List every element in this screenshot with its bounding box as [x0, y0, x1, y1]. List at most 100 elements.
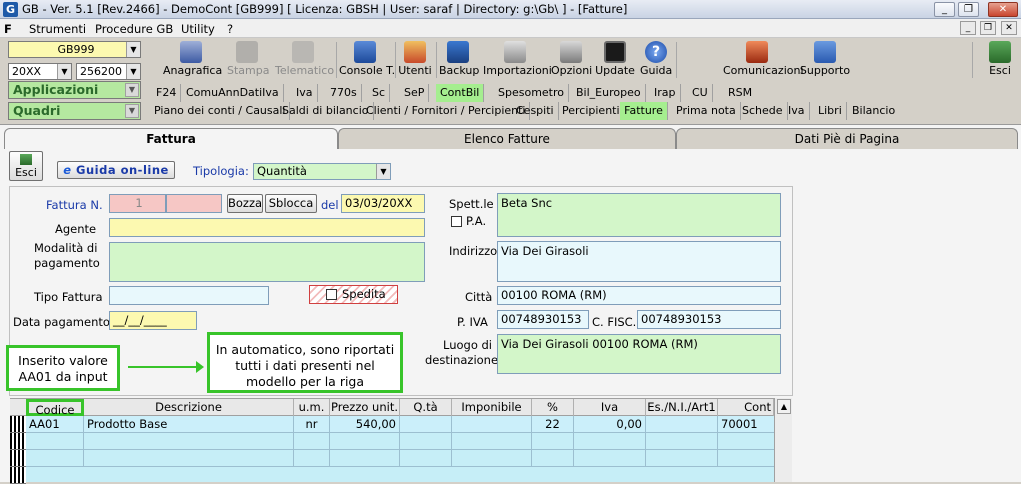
console-button[interactable]: Console T. [338, 40, 395, 80]
cell-descrizione[interactable]: Prodotto Base [84, 416, 294, 433]
tab-rsm[interactable]: RSM [724, 84, 756, 102]
grid-scrollbar[interactable]: ▲ [774, 398, 792, 482]
col-um[interactable]: u.m. [294, 399, 330, 416]
row-header[interactable] [10, 450, 26, 467]
tab-comuanndatiiva[interactable]: ComuAnnDatiIva [182, 84, 284, 102]
cell[interactable] [294, 450, 330, 467]
cell[interactable] [574, 433, 646, 450]
importazioni-button[interactable]: Importazioni [482, 40, 552, 80]
tab-f24[interactable]: F24 [152, 84, 182, 102]
col-imponibile[interactable]: Imponibile [452, 399, 532, 416]
tab-cu[interactable]: CU [688, 84, 713, 102]
tab-iva[interactable]: Iva [292, 84, 318, 102]
bozza-button[interactable]: Bozza [227, 194, 263, 213]
table-row[interactable] [26, 450, 774, 467]
luogo-field[interactable]: Via Dei Girasoli 00100 ROMA (RM) [497, 334, 781, 374]
menu-procedure-gb[interactable]: Procedure GB [95, 22, 173, 36]
opzioni-button[interactable]: Opzioni [550, 40, 592, 80]
tab-sep[interactable]: SeP [400, 84, 430, 102]
cell[interactable] [330, 450, 400, 467]
close-button[interactable]: ✕ [988, 2, 1018, 17]
cell[interactable] [646, 450, 718, 467]
tab-schede[interactable]: Schede [738, 102, 788, 120]
cell[interactable] [574, 450, 646, 467]
col-descrizione[interactable]: Descrizione [84, 399, 294, 416]
modalita-field[interactable] [109, 242, 425, 282]
tipo-fattura-field[interactable] [109, 286, 269, 305]
cell-codice[interactable]: AA01 [26, 416, 84, 433]
guida-online-button[interactable]: e Guida on-line [57, 161, 175, 179]
cell[interactable] [532, 433, 574, 450]
tab-spesometro[interactable]: Spesometro [494, 84, 569, 102]
supporto-button[interactable]: Supporto [798, 40, 852, 80]
date-field[interactable]: 03/03/20XX [341, 194, 425, 213]
sblocca-button[interactable]: Sblocca [265, 194, 317, 213]
company-select[interactable]: GB999 ▼ [8, 41, 141, 58]
mdi-minimize-button[interactable]: _ [960, 21, 976, 35]
tab-bilancio[interactable]: Bilancio [848, 102, 899, 120]
col-percent[interactable]: % [532, 399, 574, 416]
cell-iva[interactable]: 0,00 [574, 416, 646, 433]
col-iva[interactable]: Iva [574, 399, 646, 416]
esci-app-button[interactable]: Esci [984, 40, 1016, 80]
cell[interactable] [646, 433, 718, 450]
cell[interactable] [294, 433, 330, 450]
spettle-field[interactable]: Beta Snc [497, 193, 781, 237]
row-header[interactable] [10, 416, 26, 433]
cell[interactable] [452, 450, 532, 467]
cell-um[interactable]: nr [294, 416, 330, 433]
tipologia-select[interactable]: Quantità ▼ [253, 163, 391, 180]
pa-checkbox[interactable] [451, 216, 462, 227]
telematico-button[interactable]: Telematico [274, 40, 334, 80]
cell-percent[interactable]: 22 [532, 416, 574, 433]
stampa-button[interactable]: Stampa [226, 40, 269, 80]
tab-libri[interactable]: Libri [814, 102, 847, 120]
menu-help[interactable]: ? [227, 22, 233, 36]
cell-cont[interactable]: 70001 [718, 416, 774, 433]
cell[interactable] [26, 433, 84, 450]
cell-prezzo[interactable]: 540,00 [330, 416, 400, 433]
cf-field[interactable]: 00748930153 [637, 310, 781, 329]
cell-qta[interactable] [400, 416, 452, 433]
restore-button[interactable]: ❐ [958, 2, 979, 17]
col-prezzo[interactable]: Prezzo unit. [330, 399, 400, 416]
cell[interactable] [532, 450, 574, 467]
citta-field[interactable]: 00100 ROMA (RM) [497, 286, 781, 305]
cell[interactable] [330, 433, 400, 450]
tab-piano-dei-conti[interactable]: Piano dei conti / Causali [150, 102, 291, 120]
tab-bil-europeo[interactable]: Bil_Europeo [572, 84, 646, 102]
tab-sc[interactable]: Sc [368, 84, 391, 102]
anagrafica-button[interactable]: Anagrafica [162, 40, 222, 80]
cell[interactable] [84, 450, 294, 467]
spedita-checkbox[interactable] [326, 289, 337, 300]
tab-770s[interactable]: 770s [326, 84, 362, 102]
cell-imponibile[interactable] [452, 416, 532, 433]
guida-button[interactable]: ? Guida [639, 40, 673, 80]
tab-saldi-di-bilancio[interactable]: Saldi di bilancio [278, 102, 374, 120]
tab-clienti-fornitori[interactable]: Clienti / Fornitori / Percipienti [362, 102, 531, 120]
applicazioni-select[interactable]: Applicazioni ▼ [8, 81, 141, 99]
row-header[interactable] [10, 433, 26, 450]
col-codice[interactable]: Codice [26, 399, 84, 417]
quadri-select[interactable]: Quadri ▼ [8, 102, 141, 120]
scroll-up-icon[interactable]: ▲ [777, 399, 791, 414]
tab-fatture[interactable]: Fatture [620, 102, 668, 120]
piva-field[interactable]: 00748930153 [497, 310, 589, 329]
col-qta[interactable]: Q.tà [400, 399, 452, 416]
cell[interactable] [400, 433, 452, 450]
data-pagamento-field[interactable]: __/__/____ [109, 311, 197, 330]
table-row[interactable] [26, 433, 774, 450]
tab-iva-2[interactable]: Iva [784, 102, 810, 120]
row-header[interactable] [10, 467, 26, 484]
backup-button[interactable]: Backup [438, 40, 479, 80]
tab-fattura[interactable]: Fattura [4, 128, 338, 149]
menu-utility[interactable]: Utility [181, 22, 215, 36]
code-select[interactable]: 256200 - ▼ [76, 63, 141, 80]
tab-contbil[interactable]: ContBil [436, 84, 484, 102]
tab-irap[interactable]: Irap [650, 84, 681, 102]
fattura-number-field[interactable]: 1 [109, 194, 166, 213]
cell[interactable] [400, 450, 452, 467]
mdi-close-button[interactable]: ✕ [1001, 21, 1017, 35]
col-es-ni-art[interactable]: Es./N.I./Art1 [646, 399, 718, 416]
menu-strumenti[interactable]: Strumenti [29, 22, 86, 36]
